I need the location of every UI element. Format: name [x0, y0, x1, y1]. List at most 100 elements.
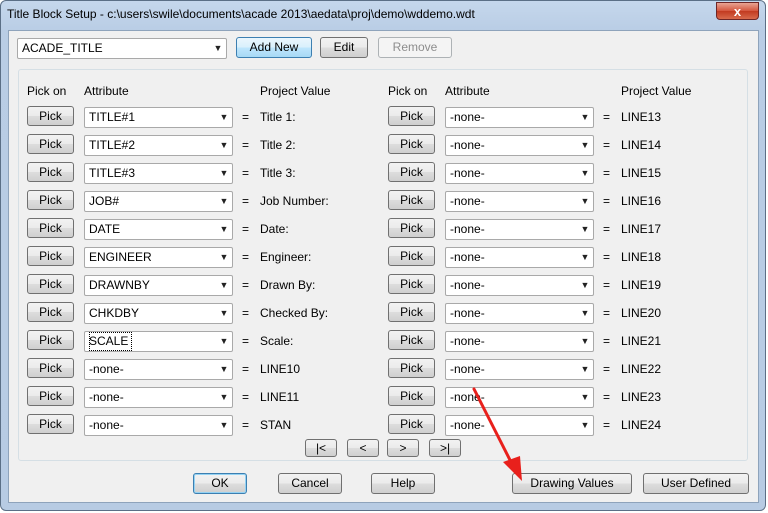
attribute-select-left[interactable]: JOB# ▼: [84, 191, 233, 212]
chevron-down-icon: ▼: [213, 43, 223, 53]
attribute-select-right[interactable]: -none- ▼: [445, 275, 594, 296]
pick-button-left[interactable]: Pick: [27, 162, 74, 182]
project-value-label: LINE13: [621, 110, 662, 124]
cancel-button[interactable]: Cancel: [278, 473, 342, 494]
add-new-button[interactable]: Add New: [236, 37, 312, 58]
pick-button-left[interactable]: Pick: [27, 190, 74, 210]
pick-button-right[interactable]: Pick: [388, 330, 435, 350]
pick-button-left[interactable]: Pick: [27, 414, 74, 434]
pick-button-left[interactable]: Pick: [27, 330, 74, 350]
pick-button-right[interactable]: Pick: [388, 134, 435, 154]
attribute-value: -none-: [89, 418, 124, 432]
attribute-value: TITLE#1: [89, 110, 136, 124]
attribute-select-right[interactable]: -none- ▼: [445, 359, 594, 380]
chevron-down-icon: ▼: [580, 364, 590, 374]
pick-button-left[interactable]: Pick: [27, 246, 74, 266]
last-page-button[interactable]: >|: [429, 439, 461, 457]
attribute-select-right[interactable]: -none- ▼: [445, 219, 594, 240]
attribute-select-left[interactable]: -none- ▼: [84, 415, 233, 436]
pick-button-left[interactable]: Pick: [27, 134, 74, 154]
chevron-down-icon: ▼: [219, 392, 229, 402]
chevron-down-icon: ▼: [219, 224, 229, 234]
project-value-label: Date:: [260, 222, 289, 236]
attribute-value: SCALE: [89, 332, 133, 351]
pick-button-right[interactable]: Pick: [388, 190, 435, 210]
attribute-select-left[interactable]: CHKDBY ▼: [84, 303, 233, 324]
chevron-down-icon: ▼: [219, 336, 229, 346]
attribute-value: -none-: [450, 166, 485, 180]
equals-sign: =: [242, 418, 250, 432]
attribute-select-left[interactable]: SCALE ▼: [84, 331, 233, 352]
pick-button-right[interactable]: Pick: [388, 162, 435, 182]
user-defined-button[interactable]: User Defined: [643, 473, 749, 494]
equals-sign: =: [603, 418, 611, 432]
pick-button-right[interactable]: Pick: [388, 218, 435, 238]
pick-button-right[interactable]: Pick: [388, 246, 435, 266]
pick-button-right[interactable]: Pick: [388, 302, 435, 322]
attribute-select-right[interactable]: -none- ▼: [445, 247, 594, 268]
project-value-label: LINE10: [260, 362, 301, 376]
pick-button-right[interactable]: Pick: [388, 106, 435, 126]
attribute-select-left[interactable]: TITLE#2 ▼: [84, 135, 233, 156]
equals-sign: =: [242, 390, 250, 404]
project-value-label: Title 2:: [260, 138, 296, 152]
equals-sign: =: [242, 194, 250, 208]
pick-button-right[interactable]: Pick: [388, 274, 435, 294]
attribute-value: -none-: [450, 334, 485, 348]
title-block-select[interactable]: ACADE_TITLE ▼: [17, 38, 227, 59]
pick-button-left[interactable]: Pick: [27, 274, 74, 294]
pick-button-right[interactable]: Pick: [388, 358, 435, 378]
previous-page-button[interactable]: <: [347, 439, 379, 457]
equals-sign: =: [242, 362, 250, 376]
attribute-value: -none-: [450, 306, 485, 320]
ok-button[interactable]: OK: [193, 473, 247, 494]
pick-button-right[interactable]: Pick: [388, 414, 435, 434]
pick-button-left[interactable]: Pick: [27, 302, 74, 322]
project-value-label: LINE15: [621, 166, 662, 180]
attribute-select-left[interactable]: DATE ▼: [84, 219, 233, 240]
attribute-select-right[interactable]: -none- ▼: [445, 191, 594, 212]
project-value-label: Scale:: [260, 334, 294, 348]
attribute-select-right[interactable]: -none- ▼: [445, 303, 594, 324]
project-value-label: Job Number:: [260, 194, 329, 208]
project-value-label: Engineer:: [260, 250, 312, 264]
chevron-down-icon: ▼: [580, 140, 590, 150]
header-attribute-left: Attribute: [84, 84, 129, 98]
project-value-label: LINE18: [621, 250, 662, 264]
help-button[interactable]: Help: [371, 473, 435, 494]
equals-sign: =: [242, 278, 250, 292]
attribute-value: -none-: [89, 362, 124, 376]
attribute-select-left[interactable]: ENGINEER ▼: [84, 247, 233, 268]
attribute-select-left[interactable]: TITLE#3 ▼: [84, 163, 233, 184]
project-value-label: STAN: [260, 418, 292, 432]
chevron-down-icon: ▼: [219, 196, 229, 206]
close-button[interactable]: x: [716, 2, 759, 20]
pick-button-left[interactable]: Pick: [27, 386, 74, 406]
edit-button[interactable]: Edit: [320, 37, 368, 58]
attribute-select-left[interactable]: -none- ▼: [84, 359, 233, 380]
pick-button-left[interactable]: Pick: [27, 358, 74, 378]
header-attribute-right: Attribute: [445, 84, 490, 98]
attribute-select-right[interactable]: -none- ▼: [445, 107, 594, 128]
equals-sign: =: [603, 390, 611, 404]
pick-button-left[interactable]: Pick: [27, 218, 74, 238]
equals-sign: =: [603, 334, 611, 348]
attribute-select-left[interactable]: DRAWNBY ▼: [84, 275, 233, 296]
equals-sign: =: [242, 138, 250, 152]
pick-button-right[interactable]: Pick: [388, 386, 435, 406]
pick-button-left[interactable]: Pick: [27, 106, 74, 126]
next-page-button[interactable]: >: [387, 439, 419, 457]
equals-sign: =: [242, 334, 250, 348]
mapping-group: Pick on Attribute Project Value Pick on …: [18, 69, 748, 461]
chevron-down-icon: ▼: [580, 308, 590, 318]
remove-button[interactable]: Remove: [378, 37, 452, 58]
attribute-select-right[interactable]: -none- ▼: [445, 331, 594, 352]
attribute-select-left[interactable]: -none- ▼: [84, 387, 233, 408]
chevron-down-icon: ▼: [219, 308, 229, 318]
attribute-select-right[interactable]: -none- ▼: [445, 135, 594, 156]
attribute-select-left[interactable]: TITLE#1 ▼: [84, 107, 233, 128]
first-page-button[interactable]: |<: [305, 439, 337, 457]
equals-sign: =: [603, 222, 611, 236]
attribute-select-right[interactable]: -none- ▼: [445, 163, 594, 184]
chevron-down-icon: ▼: [219, 112, 229, 122]
